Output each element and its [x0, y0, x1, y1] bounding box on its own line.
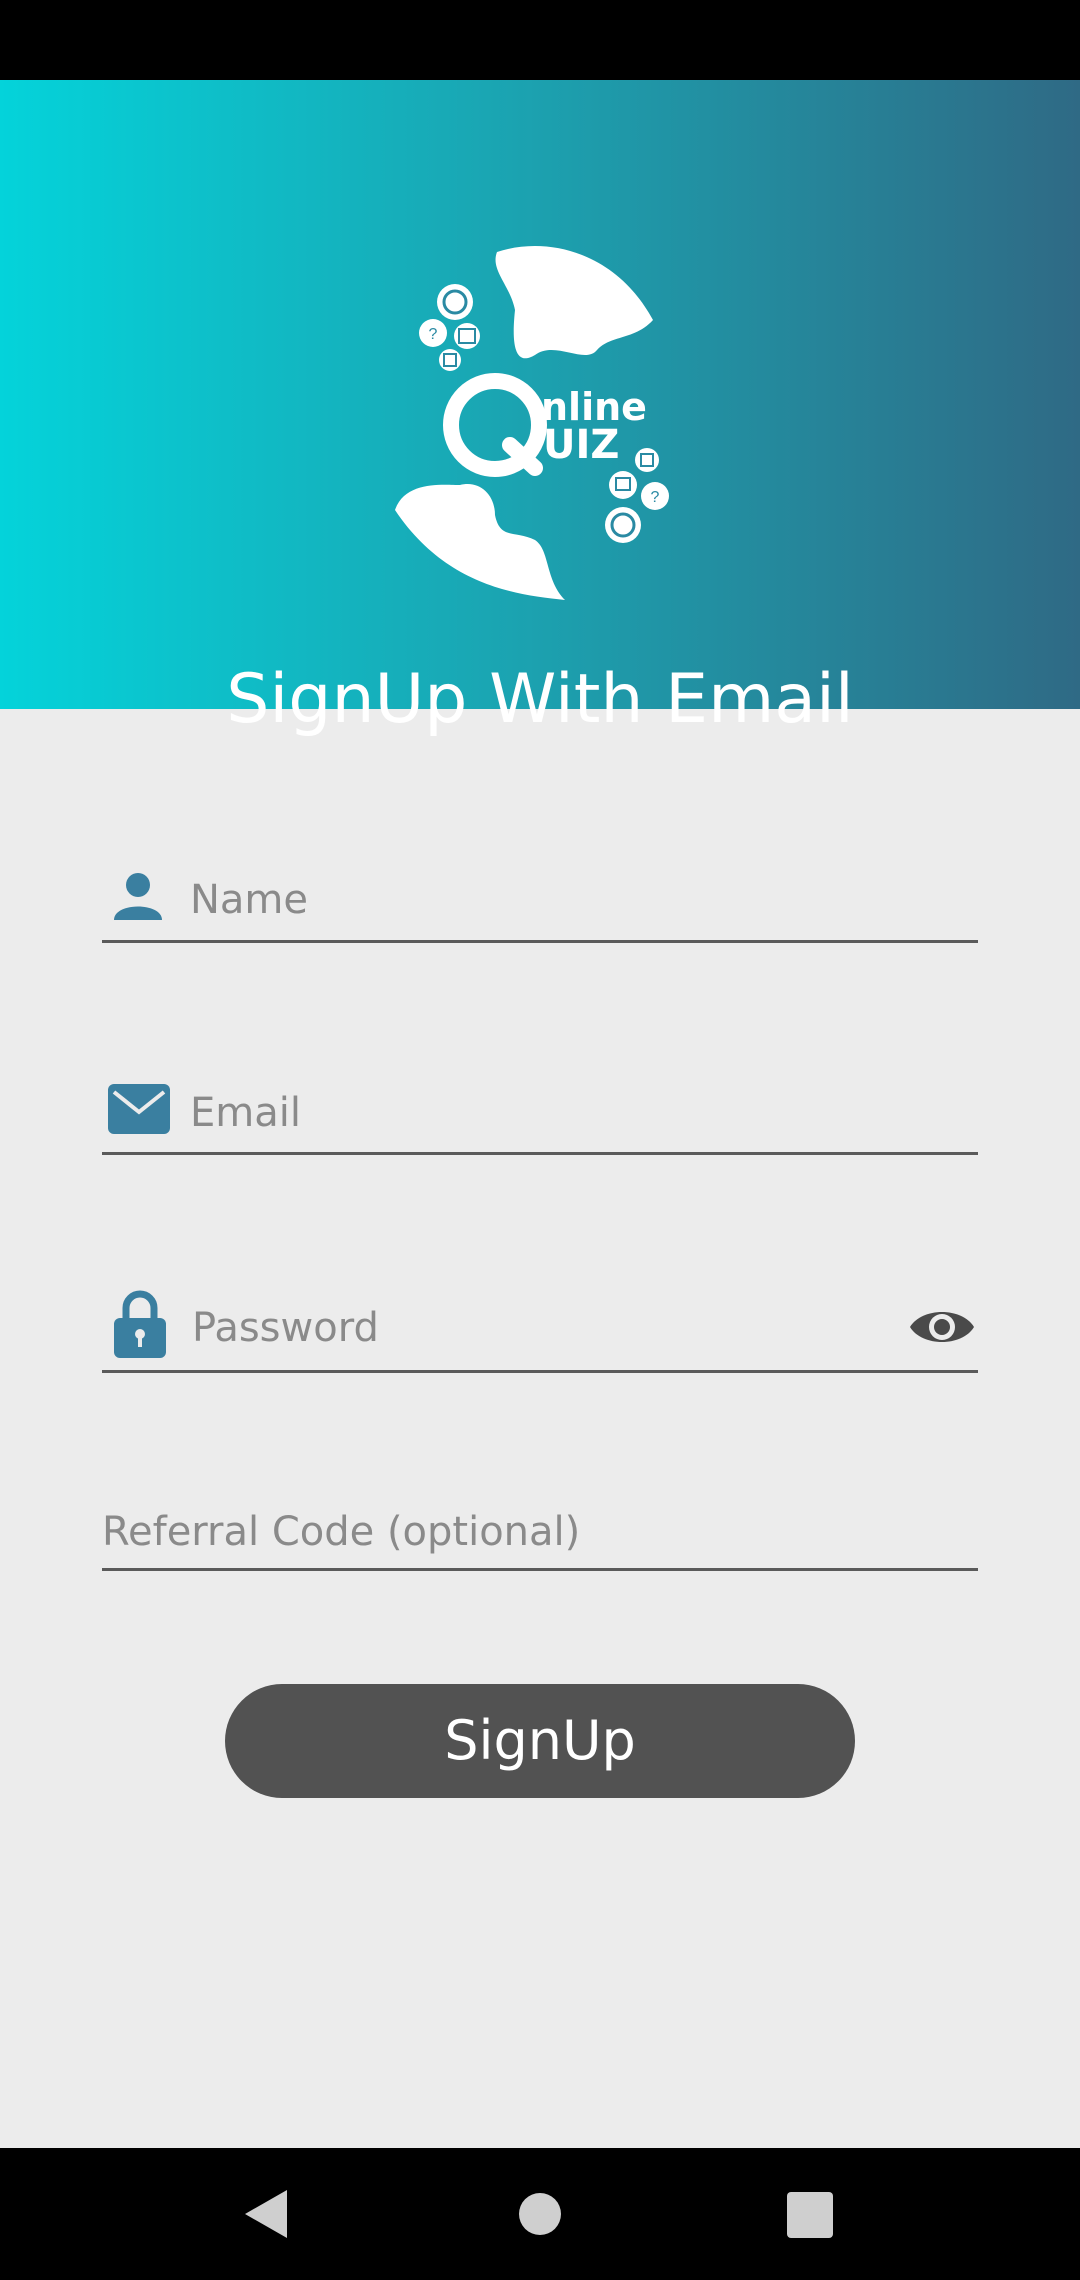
eye-icon[interactable] [908, 1303, 976, 1351]
referral-code-input[interactable] [102, 1502, 972, 1562]
status-bar [0, 0, 1080, 80]
email-field[interactable] [102, 1060, 978, 1155]
name-field[interactable] [102, 850, 978, 943]
name-input[interactable] [190, 870, 970, 930]
referral-code-field[interactable] [102, 1490, 978, 1571]
person-icon [114, 873, 162, 920]
password-input[interactable] [192, 1297, 872, 1359]
header-banner: ? nline UIZ ? SignUp With Email [0, 80, 1080, 739]
navigation-bar [0, 2148, 1080, 2280]
online-quiz-logo: ? nline UIZ ? [395, 246, 669, 600]
back-icon[interactable] [243, 2188, 289, 2240]
logo-text-bottom: UIZ [543, 422, 619, 468]
password-field[interactable] [102, 1275, 978, 1373]
email-input[interactable] [190, 1082, 970, 1144]
recents-icon[interactable] [787, 2192, 833, 2238]
svg-text:?: ? [429, 326, 438, 343]
lock-icon [114, 1290, 166, 1358]
svg-text:?: ? [651, 489, 660, 506]
page-title: SignUp With Email [226, 660, 854, 739]
mail-icon [108, 1084, 170, 1134]
home-icon[interactable] [518, 2192, 562, 2236]
signup-button[interactable]: SignUp [225, 1684, 855, 1798]
